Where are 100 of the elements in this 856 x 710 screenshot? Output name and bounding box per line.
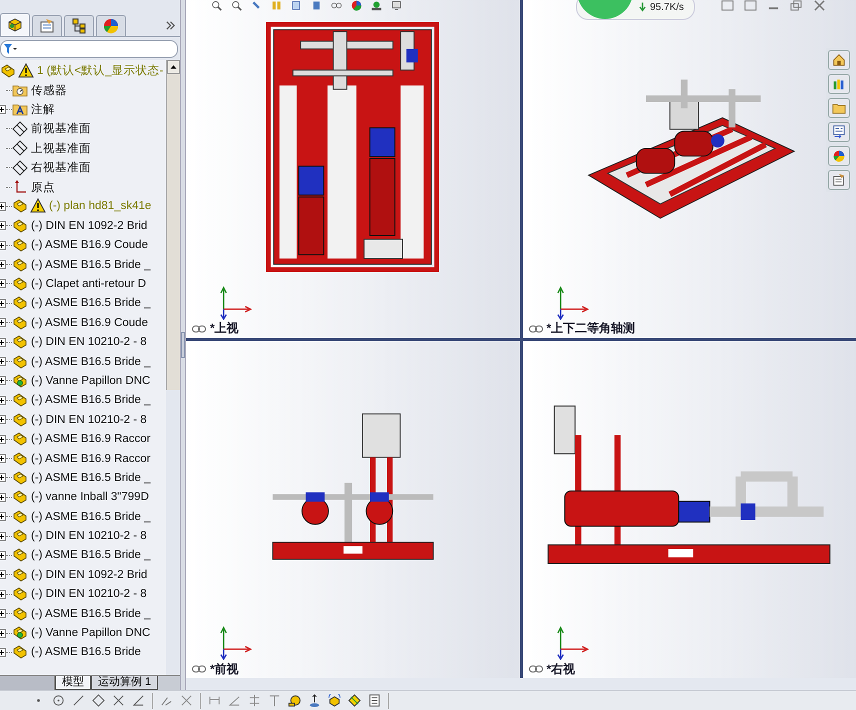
restore-icon[interactable] <box>790 0 803 11</box>
tree-item-label[interactable]: (-) vanne Inball 3"799D <box>30 491 149 504</box>
tree-item-label[interactable]: 1 (默认<默认_显示状态- <box>36 63 164 78</box>
expand-icon[interactable] <box>0 415 6 424</box>
panel-tab[interactable] <box>64 15 94 36</box>
tree-item-label[interactable]: (-) ASME B16.5 Bride _ <box>30 472 151 484</box>
viewport[interactable]: *上视 <box>186 0 520 338</box>
mirror-icon[interactable] <box>180 694 193 707</box>
expand-icon[interactable] <box>0 434 6 444</box>
tree-item-label[interactable]: (-) ASME B16.9 Coude <box>30 316 148 329</box>
tree-item-label[interactable]: 右视基准面 <box>30 160 91 176</box>
expand-icon[interactable] <box>0 298 6 308</box>
symmetric-icon[interactable] <box>248 694 261 707</box>
viewport[interactable]: *右视 <box>522 340 856 678</box>
expand-icon[interactable] <box>0 628 6 638</box>
close-icon[interactable] <box>813 0 826 11</box>
zoom-icon[interactable] <box>210 0 223 11</box>
tree-item-label[interactable]: (-) ASME B16.9 Raccor <box>30 452 151 464</box>
tree-item-label[interactable]: (-) ASME B16.5 Bride _ <box>30 608 151 620</box>
tree-item-label[interactable]: 上视基准面 <box>30 140 91 156</box>
zoom-area-icon[interactable] <box>230 0 243 11</box>
angle-icon[interactable] <box>132 694 145 707</box>
tree-item-label[interactable]: (-) DIN EN 10210-2 - 8 <box>30 588 147 600</box>
panel-collapse-handle[interactable] <box>181 332 185 358</box>
tree-item-label[interactable]: (-) Vanne Papillon DNC <box>30 374 150 387</box>
hide-show-icon[interactable] <box>330 0 343 11</box>
measure-tape-icon[interactable] <box>288 694 301 707</box>
tree-item-label[interactable]: (-) Clapet anti-retour D <box>30 278 146 290</box>
scroll-up-icon[interactable] <box>167 60 180 74</box>
polygon-icon[interactable] <box>92 694 105 707</box>
panel-tab[interactable] <box>32 15 62 36</box>
expand-icon[interactable] <box>0 492 6 502</box>
tree-item-label[interactable]: (-) ASME B16.5 Bride _ <box>30 510 151 523</box>
perpendicular-icon[interactable] <box>268 694 281 707</box>
tree-item-label[interactable]: (-) ASME B16.5 Bride _ <box>30 394 151 406</box>
design-library-icon[interactable] <box>828 74 850 94</box>
angular-dimension-icon[interactable] <box>228 694 241 707</box>
view-orientation-icon[interactable] <box>290 0 303 11</box>
tree-item-label[interactable]: (-) ASME B16.9 Raccor <box>30 433 151 446</box>
expand-icon[interactable] <box>0 260 6 270</box>
tree-item-label[interactable]: 注解 <box>30 102 55 117</box>
expand-icon[interactable] <box>0 473 6 482</box>
appearance-icon[interactable] <box>350 0 363 11</box>
expand-icon[interactable] <box>0 648 6 657</box>
mass-properties-icon[interactable] <box>308 694 321 707</box>
tree-item-label[interactable]: (-) plan hd81_sk41e <box>48 200 152 212</box>
horizontal-dimension-icon[interactable] <box>208 694 221 707</box>
expand-icon[interactable] <box>0 357 6 366</box>
trim-icon[interactable] <box>112 694 125 707</box>
expand-icon[interactable] <box>0 512 6 522</box>
expand-icon[interactable] <box>0 279 6 288</box>
expand-icon[interactable] <box>0 396 6 405</box>
expand-icon[interactable] <box>0 532 6 541</box>
tree-item-label[interactable]: (-) ASME B16.5 Bride _ <box>30 297 151 310</box>
custom-properties-icon[interactable] <box>828 170 850 190</box>
expand-icon[interactable] <box>0 104 6 114</box>
expand-icon[interactable] <box>0 590 6 599</box>
circle-icon[interactable] <box>52 694 65 707</box>
scrollbar[interactable] <box>166 60 180 390</box>
expand-icon[interactable] <box>0 318 6 328</box>
view-palette-icon[interactable] <box>828 122 850 142</box>
tree-item-label[interactable]: (-) DIN EN 1092-2 Brid <box>30 568 148 581</box>
tree-item-label[interactable]: 原点 <box>30 180 55 195</box>
tree-item-label[interactable]: (-) Vanne Papillon DNC <box>30 627 150 640</box>
tree-item-label[interactable]: (-) ASME B16.5 Bride _ <box>30 356 151 368</box>
section-plane-icon[interactable] <box>348 694 361 707</box>
tree-item-label[interactable]: (-) ASME B16.5 Bride _ <box>30 258 151 271</box>
expand-icon[interactable] <box>0 376 6 386</box>
checklist-icon[interactable] <box>368 694 381 707</box>
tree-item-label[interactable]: (-) ASME B16.9 Coude <box>30 239 148 252</box>
chevron-right-icon[interactable] <box>165 20 176 30</box>
scene-icon[interactable] <box>370 0 383 11</box>
monitor-icon[interactable] <box>390 0 403 11</box>
appearance-icon[interactable] <box>828 146 850 166</box>
expand-icon[interactable] <box>0 221 6 230</box>
expand-icon[interactable] <box>0 550 6 560</box>
bottom-tab[interactable]: 运动算例 1 <box>91 676 158 690</box>
tree-item-label[interactable]: (-) DIN EN 1092-2 Brid <box>30 220 148 232</box>
tile-right-icon[interactable] <box>744 0 757 11</box>
tree-item-label[interactable]: 传感器 <box>30 82 67 98</box>
tree-item-label[interactable]: (-) ASME B16.5 Bride _ <box>30 549 151 562</box>
filter-field[interactable] <box>0 40 178 58</box>
rebuild-icon[interactable] <box>328 694 341 707</box>
panel-tab[interactable] <box>0 13 30 36</box>
tree-item-label[interactable]: (-) DIN EN 10210-2 - 8 <box>30 414 147 426</box>
expand-icon[interactable] <box>0 609 6 618</box>
bottom-tab[interactable]: 模型 <box>55 676 91 690</box>
folder-icon[interactable] <box>828 98 850 118</box>
tree-item-label[interactable]: (-) ASME B16.5 Bride <box>30 646 141 658</box>
expand-icon[interactable] <box>0 338 6 347</box>
tree-item-label[interactable]: 前视基准面 <box>30 121 91 136</box>
line-icon[interactable] <box>72 694 85 707</box>
expand-icon[interactable] <box>0 240 6 250</box>
home-icon[interactable] <box>828 50 850 70</box>
tree-item-label[interactable]: (-) DIN EN 10210-2 - 8 <box>30 336 147 348</box>
viewport[interactable]: *前视 <box>186 340 520 678</box>
tile-left-icon[interactable] <box>721 0 734 11</box>
tree-item-label[interactable]: (-) DIN EN 10210-2 - 8 <box>30 530 147 542</box>
expand-icon[interactable] <box>0 570 6 580</box>
expand-icon[interactable] <box>0 202 6 211</box>
